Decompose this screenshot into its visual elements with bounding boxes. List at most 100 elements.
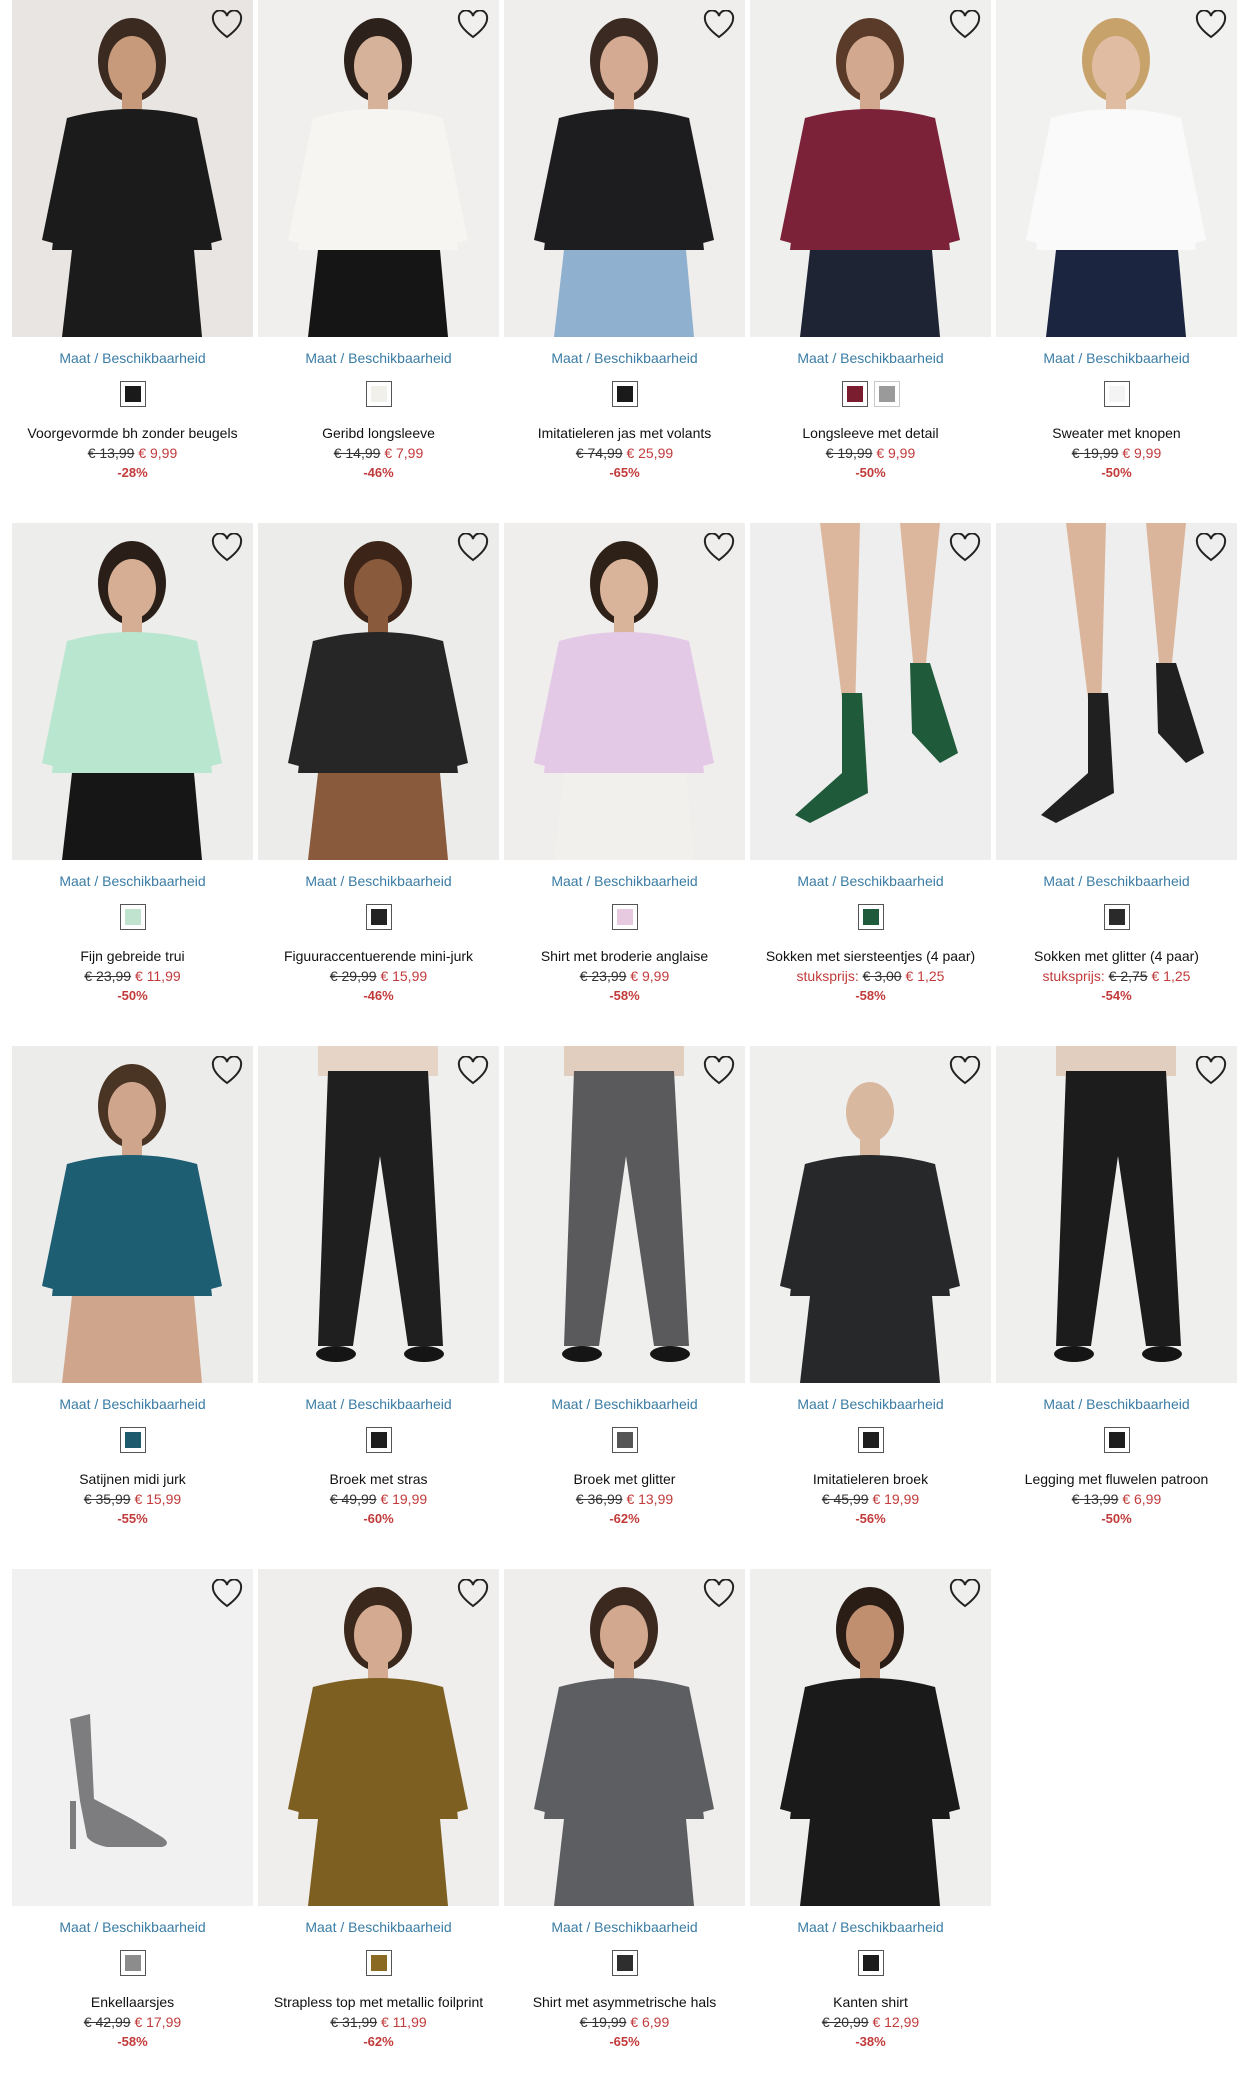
wishlist-heart-icon[interactable] [211,532,243,563]
color-swatch[interactable] [611,381,638,407]
product-card[interactable]: Maat / Beschikbaarheid Imitatieleren broe… [750,1046,991,1546]
size-availability-link[interactable]: Maat / Beschikbaarheid [504,350,745,366]
product-image[interactable] [504,1046,745,1383]
product-title[interactable]: Kanten shirt [750,1994,991,2010]
product-title[interactable]: Strapless top met metallic foilprint [258,1994,499,2010]
wishlist-heart-icon[interactable] [949,1055,981,1086]
product-title[interactable]: Satijnen midi jurk [12,1471,253,1487]
product-card[interactable]: Maat / Beschikbaarheid Sweater met knopen… [996,0,1237,500]
size-availability-link[interactable]: Maat / Beschikbaarheid [504,1396,745,1412]
wishlist-heart-icon[interactable] [211,1055,243,1086]
product-card[interactable]: Maat / Beschikbaarheid Broek met glitter €… [504,1046,745,1546]
wishlist-heart-icon[interactable] [949,1578,981,1609]
color-swatch[interactable] [857,1950,884,1976]
wishlist-heart-icon[interactable] [1195,9,1227,40]
product-card[interactable]: Maat / Beschikbaarheid Broek met stras € 4… [258,1046,499,1546]
product-title[interactable]: Imitatieleren jas met volants [504,425,745,441]
wishlist-heart-icon[interactable] [703,1578,735,1609]
size-availability-link[interactable]: Maat / Beschikbaarheid [12,1919,253,1935]
product-image[interactable] [996,523,1237,860]
wishlist-heart-icon[interactable] [211,1578,243,1609]
color-swatch[interactable] [1103,1427,1130,1453]
product-title[interactable]: Legging met fluwelen patroon [996,1471,1237,1487]
color-swatch[interactable] [119,1950,146,1976]
product-image[interactable] [12,1569,253,1906]
size-availability-link[interactable]: Maat / Beschikbaarheid [12,350,253,366]
color-swatch[interactable] [119,381,146,407]
product-image[interactable] [258,1046,499,1383]
wishlist-heart-icon[interactable] [703,9,735,40]
color-swatch[interactable] [365,904,392,930]
size-availability-link[interactable]: Maat / Beschikbaarheid [996,350,1237,366]
product-image[interactable] [750,1046,991,1383]
size-availability-link[interactable]: Maat / Beschikbaarheid [504,873,745,889]
wishlist-heart-icon[interactable] [457,9,489,40]
product-image[interactable] [12,1046,253,1383]
size-availability-link[interactable]: Maat / Beschikbaarheid [996,1396,1237,1412]
color-swatch[interactable] [857,904,884,930]
product-title[interactable]: Longsleeve met detail [750,425,991,441]
product-card[interactable]: Maat / Beschikbaarheid Fijn gebreide trui… [12,523,253,1023]
product-card[interactable]: Maat / Beschikbaarheid Enkellaarsjes € 42,… [12,1569,253,2069]
product-image[interactable] [258,523,499,860]
wishlist-heart-icon[interactable] [703,1055,735,1086]
product-image[interactable] [504,0,745,337]
size-availability-link[interactable]: Maat / Beschikbaarheid [996,873,1237,889]
product-image[interactable] [996,1046,1237,1383]
size-availability-link[interactable]: Maat / Beschikbaarheid [258,1919,499,1935]
wishlist-heart-icon[interactable] [211,9,243,40]
product-title[interactable]: Sweater met knopen [996,425,1237,441]
color-swatch[interactable] [841,381,868,407]
wishlist-heart-icon[interactable] [1195,1055,1227,1086]
color-swatch[interactable] [365,1427,392,1453]
wishlist-heart-icon[interactable] [457,1055,489,1086]
product-title[interactable]: Sokken met siersteentjes (4 paar) [750,948,991,964]
color-swatch[interactable] [611,1427,638,1453]
product-title[interactable]: Shirt met broderie anglaise [504,948,745,964]
color-swatch[interactable] [873,381,900,407]
size-availability-link[interactable]: Maat / Beschikbaarheid [504,1919,745,1935]
product-card[interactable]: Maat / Beschikbaarheid Figuuraccentuerend… [258,523,499,1023]
product-card[interactable]: Maat / Beschikbaarheid Shirt met broderie… [504,523,745,1023]
wishlist-heart-icon[interactable] [949,9,981,40]
size-availability-link[interactable]: Maat / Beschikbaarheid [258,350,499,366]
size-availability-link[interactable]: Maat / Beschikbaarheid [750,873,991,889]
product-title[interactable]: Shirt met asymmetrische hals [504,1994,745,2010]
product-title[interactable]: Fijn gebreide trui [12,948,253,964]
product-card[interactable]: Maat / Beschikbaarheid Imitatieleren jas … [504,0,745,500]
product-card[interactable]: Maat / Beschikbaarheid Sokken met sierste… [750,523,991,1023]
product-image[interactable] [750,523,991,860]
color-swatch[interactable] [1103,381,1130,407]
product-card[interactable]: Maat / Beschikbaarheid Shirt met asymmetr… [504,1569,745,2069]
size-availability-link[interactable]: Maat / Beschikbaarheid [258,1396,499,1412]
size-availability-link[interactable]: Maat / Beschikbaarheid [750,1396,991,1412]
product-title[interactable]: Voorgevormde bh zonder beugels [12,425,253,441]
wishlist-heart-icon[interactable] [457,1578,489,1609]
size-availability-link[interactable]: Maat / Beschikbaarheid [12,1396,253,1412]
color-swatch[interactable] [611,1950,638,1976]
product-card[interactable]: Maat / Beschikbaarheid Kanten shirt € 20,9… [750,1569,991,2069]
product-image[interactable] [258,1569,499,1906]
product-image[interactable] [750,1569,991,1906]
product-title[interactable]: Figuuraccentuerende mini-jurk [258,948,499,964]
color-swatch[interactable] [119,1427,146,1453]
product-title[interactable]: Broek met glitter [504,1471,745,1487]
product-image[interactable] [750,0,991,337]
product-image[interactable] [12,0,253,337]
product-image[interactable] [12,523,253,860]
product-card[interactable]: Maat / Beschikbaarheid Geribd longsleeve €… [258,0,499,500]
product-card[interactable]: Maat / Beschikbaarheid Legging met fluwel… [996,1046,1237,1546]
product-card[interactable]: Maat / Beschikbaarheid Sokken met glitter… [996,523,1237,1023]
product-title[interactable]: Geribd longsleeve [258,425,499,441]
wishlist-heart-icon[interactable] [949,532,981,563]
product-card[interactable]: Maat / Beschikbaarheid Voorgevormde bh zo… [12,0,253,500]
product-image[interactable] [504,523,745,860]
product-image[interactable] [504,1569,745,1906]
color-swatch[interactable] [119,904,146,930]
wishlist-heart-icon[interactable] [703,532,735,563]
color-swatch[interactable] [611,904,638,930]
wishlist-heart-icon[interactable] [457,532,489,563]
color-swatch[interactable] [365,381,392,407]
color-swatch[interactable] [857,1427,884,1453]
product-title[interactable]: Sokken met glitter (4 paar) [996,948,1237,964]
